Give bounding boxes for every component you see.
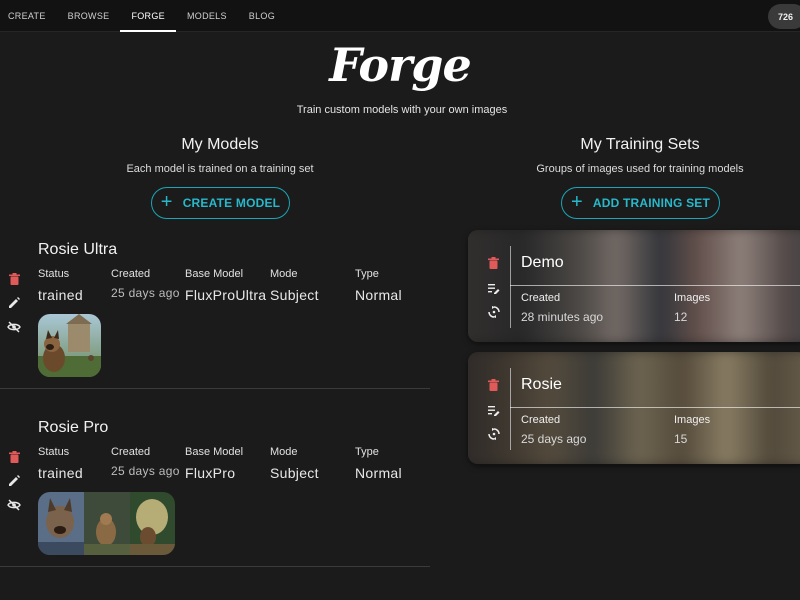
model-divider xyxy=(0,566,430,567)
pencil-icon[interactable] xyxy=(6,473,22,489)
trash-icon[interactable] xyxy=(6,271,22,287)
pencil-icon[interactable] xyxy=(6,295,22,311)
training-set-card[interactable]: Demo Created Images 28 minutes ago 12 xyxy=(468,230,800,342)
edit-list-icon[interactable] xyxy=(488,281,502,295)
card-shade xyxy=(468,230,800,342)
card-divider-vertical xyxy=(510,246,511,328)
create-model-label: CREATE MODEL xyxy=(182,196,281,210)
created-value: 25 days ago xyxy=(521,432,587,446)
edit-list-icon[interactable] xyxy=(488,403,502,417)
create-model-button[interactable]: + CREATE MODEL xyxy=(151,187,290,219)
plus-icon: + xyxy=(570,191,583,213)
mode-value: Subject xyxy=(270,465,319,481)
type-label: Type xyxy=(355,446,379,458)
page-tagline: Train custom models with your own images xyxy=(296,104,508,116)
nav-models[interactable]: MODELS xyxy=(176,0,238,31)
training-set-name: Demo xyxy=(521,254,564,271)
training-section-subtitle: Groups of images used for training model… xyxy=(536,163,744,175)
model-card[interactable]: Rosie Ultra Status Created Base Model Mo… xyxy=(0,238,430,390)
card-shade xyxy=(468,352,800,464)
trash-icon[interactable] xyxy=(488,256,502,270)
base-model-label: Base Model xyxy=(185,268,244,280)
nav-create[interactable]: CREATE xyxy=(0,0,57,31)
created-label: Created xyxy=(521,292,561,304)
base-model-value: FluxProUltra xyxy=(185,287,267,303)
status-label: Status xyxy=(38,446,70,458)
nav-forge[interactable]: FORGE xyxy=(120,0,176,32)
forge-logo: Forge xyxy=(329,38,472,92)
type-value: Normal xyxy=(355,287,402,303)
created-value: 28 minutes ago xyxy=(521,310,604,324)
created-label: Created xyxy=(521,414,561,426)
created-value: 25 days ago xyxy=(111,286,180,300)
model-divider xyxy=(0,388,430,389)
type-value: Normal xyxy=(355,465,402,481)
nav-browse[interactable]: BROWSE xyxy=(57,0,121,31)
trash-icon[interactable] xyxy=(488,378,502,392)
add-training-set-label: ADD TRAINING SET xyxy=(592,196,711,210)
base-model-label: Base Model xyxy=(185,446,244,458)
type-label: Type xyxy=(355,268,379,280)
mode-value: Subject xyxy=(270,287,319,303)
eye-off-icon[interactable] xyxy=(6,497,22,513)
images-label: Images xyxy=(674,414,711,426)
plus-icon: + xyxy=(160,191,173,213)
model-thumbnail-strip[interactable] xyxy=(38,492,175,555)
model-card[interactable]: Rosie Pro Status Created Base Model Mode… xyxy=(0,416,430,568)
created-label: Created xyxy=(111,268,151,280)
model-name: Rosie Pro xyxy=(38,419,109,436)
images-label: Images xyxy=(674,292,711,304)
mode-label: Mode xyxy=(270,268,298,280)
card-divider-horizontal xyxy=(510,407,800,408)
sync-icon[interactable] xyxy=(488,427,502,441)
training-set-card[interactable]: Rosie Created Images 25 days ago 15 xyxy=(468,352,800,464)
created-label: Created xyxy=(111,446,151,458)
mode-label: Mode xyxy=(270,446,298,458)
base-model-value: FluxPro xyxy=(185,465,236,481)
status-value: trained xyxy=(38,287,83,303)
images-count: 12 xyxy=(674,310,688,324)
card-divider-vertical xyxy=(510,368,511,450)
models-section-title: My Models xyxy=(181,136,259,153)
add-training-set-button[interactable]: + ADD TRAINING SET xyxy=(561,187,720,219)
status-label: Status xyxy=(38,268,70,280)
sync-icon[interactable] xyxy=(488,305,502,319)
top-nav: CREATE BROWSE FORGE MODELS BLOG 726 xyxy=(0,0,800,32)
credits-badge[interactable]: 726 xyxy=(768,4,800,29)
images-count: 15 xyxy=(674,432,688,446)
eye-off-icon[interactable] xyxy=(6,319,22,335)
created-value: 25 days ago xyxy=(111,464,180,478)
card-divider-horizontal xyxy=(510,285,800,286)
training-set-name: Rosie xyxy=(521,376,562,393)
models-section-subtitle: Each model is trained on a training set xyxy=(126,163,314,175)
training-section-title: My Training Sets xyxy=(580,136,700,153)
status-value: trained xyxy=(38,465,83,481)
nav-blog[interactable]: BLOG xyxy=(238,0,286,31)
model-name: Rosie Ultra xyxy=(38,241,118,258)
model-thumbnail[interactable] xyxy=(38,314,101,377)
trash-icon[interactable] xyxy=(6,449,22,465)
